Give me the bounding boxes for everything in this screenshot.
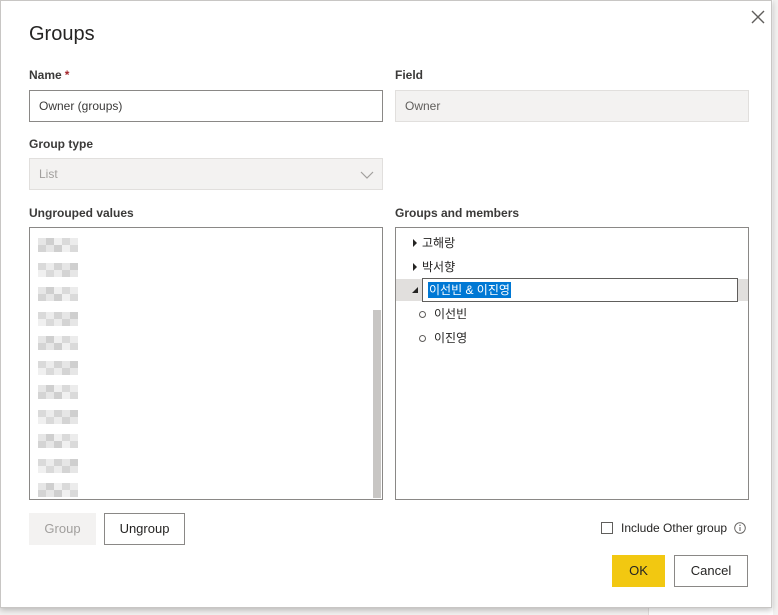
expanded-arrow-icon[interactable] — [410, 285, 420, 295]
group-type-label: Group type — [29, 137, 94, 151]
tree-group-row-selected[interactable]: 이선빈 & 이진영 — [396, 278, 748, 302]
name-input[interactable]: Owner (groups) — [29, 90, 383, 122]
tree-member-row[interactable]: 이진영 — [396, 327, 748, 349]
ungrouped-value-item[interactable] — [38, 434, 78, 448]
ungrouped-value-item[interactable] — [38, 311, 78, 326]
cancel-button[interactable]: Cancel — [674, 555, 748, 587]
ok-button[interactable]: OK — [612, 555, 665, 587]
dialog-title: Groups — [29, 23, 95, 45]
collapsed-arrow-icon[interactable] — [410, 262, 420, 272]
ungrouped-value-item[interactable] — [38, 262, 78, 277]
name-label: Name * — [29, 68, 70, 82]
tree-group-row[interactable]: 박서향 — [396, 256, 748, 278]
include-other-label: Include Other group — [621, 521, 728, 535]
ungrouped-values-label: Ungrouped values — [29, 206, 134, 220]
close-icon[interactable] — [749, 8, 767, 26]
group-label: 박서향 — [422, 260, 456, 274]
collapsed-arrow-icon[interactable] — [410, 238, 420, 248]
field-label: Field — [395, 68, 424, 82]
ungrouped-value-item[interactable] — [38, 483, 78, 497]
ungrouped-value-item[interactable] — [38, 287, 78, 301]
group-rename-input[interactable]: 이선빈 & 이진영 — [422, 278, 738, 302]
field-input: Owner — [395, 90, 749, 122]
ungrouped-value-item[interactable] — [38, 409, 78, 424]
group-type-select: List — [29, 158, 383, 190]
group-type-value: List — [39, 167, 58, 181]
groups-members-tree[interactable]: 고해랑 박서향 이선빈 & 이진영 이선빈 이진영 — [395, 227, 749, 500]
include-other-checkbox[interactable] — [601, 522, 613, 534]
ungrouped-value-item[interactable] — [38, 360, 78, 375]
required-mark: * — [64, 68, 70, 82]
ungrouped-value-item[interactable] — [38, 336, 78, 350]
ungrouped-values-list[interactable] — [29, 227, 383, 500]
ungrouped-value-item[interactable] — [38, 458, 78, 473]
scrollbar[interactable] — [373, 228, 382, 499]
group-label: 고해랑 — [422, 236, 456, 250]
info-icon[interactable] — [734, 522, 746, 534]
tree-group-row[interactable]: 고해랑 — [396, 232, 748, 254]
member-label: 이진영 — [434, 331, 468, 345]
ungrouped-value-item[interactable] — [38, 385, 78, 399]
member-bullet-icon — [419, 335, 426, 342]
group-button[interactable]: Group — [29, 513, 96, 545]
groups-members-label: Groups and members — [395, 206, 520, 220]
group-rename-selection: 이선빈 & 이진영 — [428, 282, 511, 298]
ungrouped-value-item[interactable] — [38, 238, 78, 252]
groups-dialog: Groups Name * Owner (groups) Field Owner … — [0, 0, 772, 608]
scrollbar-thumb[interactable] — [373, 310, 381, 498]
tree-member-row[interactable]: 이선빈 — [396, 303, 748, 325]
chevron-down-icon — [360, 171, 374, 179]
member-label: 이선빈 — [434, 307, 468, 321]
ungroup-button[interactable]: Ungroup — [104, 513, 185, 545]
member-bullet-icon — [419, 311, 426, 318]
